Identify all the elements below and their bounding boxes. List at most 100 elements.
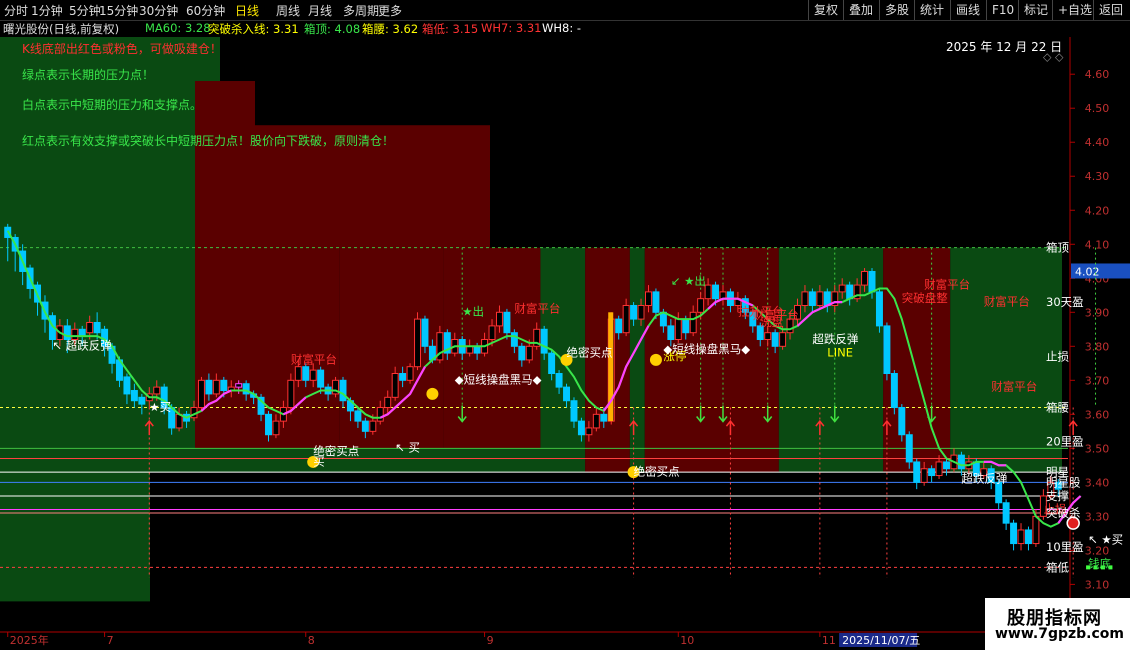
candle-body — [555, 373, 563, 388]
candle-body — [421, 318, 429, 347]
candle-body — [414, 318, 421, 368]
y-tick-label: 4.20 — [1085, 204, 1110, 217]
candle-body — [712, 284, 720, 300]
x-tick-label: 9 — [487, 634, 494, 647]
toolbar-button-7[interactable]: +自选 — [1052, 0, 1097, 20]
right-level-label: 止损 — [1046, 350, 1069, 364]
candle-body — [495, 311, 503, 327]
ma60-value: MA60: 3.28 — [145, 21, 211, 35]
toolbar-button-2[interactable]: 多股 — [879, 0, 914, 20]
candle-body — [846, 284, 854, 300]
x-tick-label: 10 — [680, 634, 694, 647]
candle-body — [399, 373, 407, 381]
toolbar-button-1[interactable]: 叠加 — [843, 0, 878, 20]
period-tab-10[interactable]: 更多 — [378, 2, 402, 19]
period-tab-9[interactable]: 多周期 — [343, 2, 379, 19]
candle-body — [272, 420, 280, 436]
candle-body — [153, 386, 161, 395]
candle-body — [123, 376, 131, 395]
wh8-value: WH8: - — [542, 21, 582, 35]
candle-body — [764, 332, 772, 340]
chart-annotation: 财富平台 — [924, 277, 970, 291]
candle-body — [384, 396, 392, 409]
candle-body — [816, 291, 824, 306]
candle-body — [175, 413, 183, 429]
x-tick-label: 7 — [107, 634, 114, 647]
toolbar-button-0[interactable]: 复权 — [808, 0, 843, 20]
candle-body — [93, 321, 101, 334]
right-level-label: 10里盈 — [1046, 540, 1084, 554]
candle-body — [861, 270, 869, 286]
toolbar: 分时 1分钟 5分钟 15分钟 30分钟 60分钟 日线 周线 月线 多周期 更多 复权 叠加 多股 统计画… — [0, 0, 1130, 21]
info-bar: 曙光股份(日线,前复权) MA60: 3.28 突破杀入线: 3.31 箱顶: … — [0, 21, 1130, 37]
period-tab-6[interactable]: 日线 — [235, 2, 259, 19]
chart-annotation: 财富平台 — [991, 380, 1037, 394]
candle-body — [935, 461, 943, 477]
candle-body — [354, 410, 362, 422]
chart-annotation: 突破盘整 — [902, 291, 948, 305]
candle-body — [317, 369, 325, 388]
x-tick-label: 2025年 — [10, 633, 49, 647]
period-tab-2[interactable]: 5分钟 — [69, 2, 101, 19]
period-tab-3[interactable]: 15分钟 — [99, 2, 138, 19]
candle-body — [682, 318, 690, 334]
candle-body — [801, 291, 809, 306]
candle-body — [674, 318, 682, 340]
toolbar-button-8[interactable]: 返回 — [1093, 0, 1128, 20]
candle-body — [920, 468, 928, 483]
period-tab-7[interactable]: 周线 — [276, 2, 300, 19]
candle-body — [637, 304, 645, 320]
candle-body — [130, 390, 138, 402]
toolbar-button-5[interactable]: F10 — [986, 0, 1019, 20]
y-tick-label: 4.40 — [1085, 136, 1110, 149]
right-level-label: 支撑 — [1046, 489, 1069, 503]
right-level-label: 箱低 — [1046, 560, 1069, 574]
candle-body — [294, 366, 302, 381]
chart-annotation: 财富平台 — [984, 294, 1030, 308]
candle-body — [1010, 522, 1018, 545]
period-tab-1[interactable]: 1分钟 — [31, 2, 63, 19]
chart-annotation: ★买 — [149, 400, 171, 414]
panel-controls: ◇ ◇ — [1043, 51, 1064, 64]
candle-body — [898, 407, 906, 436]
candle-body — [615, 318, 623, 334]
period-tab-0[interactable]: 分时 — [4, 2, 28, 19]
candlestick-chart[interactable]: 4.604.504.404.304.204.104.003.903.803.70… — [0, 37, 1130, 650]
box-top-value: 箱顶: 4.08 — [304, 22, 361, 36]
right-level-label: 30天盈 — [1046, 295, 1084, 309]
y-tick-label: 3.80 — [1085, 340, 1110, 353]
candle-body — [309, 369, 317, 381]
candle-body — [473, 345, 481, 354]
stock-title: 曙光股份(日线,前复权) — [3, 22, 120, 36]
toolbar-button-3[interactable]: 统计 — [914, 0, 949, 20]
candle-body — [540, 328, 548, 354]
toolbar-button-4[interactable]: 画线 — [950, 0, 985, 20]
chart-note: 红点表示有效支撑或突破长中短期压力点！股价向下跌破，原则清仓！ — [22, 133, 394, 148]
candle-body — [905, 434, 913, 463]
period-tab-5[interactable]: 60分钟 — [186, 2, 225, 19]
chart-annotation: ↖ ★买 — [1088, 533, 1123, 547]
chart-annotation: ◆短线操盘黑马◆ — [455, 373, 542, 387]
chart-note: 绿点表示长期的压力点！ — [22, 67, 154, 82]
current-price-label: 4.02 — [1075, 265, 1100, 278]
chart-annotation: ★出 — [462, 305, 484, 319]
candle-body — [466, 345, 474, 354]
right-level-label: 突破杀 — [1046, 506, 1081, 520]
candle-body — [503, 311, 511, 334]
box-low-value: 箱低: 3.15 — [422, 22, 479, 36]
y-tick-label: 3.30 — [1085, 510, 1110, 523]
y-tick-label: 4.10 — [1085, 238, 1110, 251]
toolbar-button-6[interactable]: 标记 — [1018, 0, 1053, 20]
chart-annotation: 财富平台 — [514, 301, 560, 315]
candle-body — [592, 413, 600, 429]
candle-body — [1017, 529, 1025, 545]
period-tab-4[interactable]: 30分钟 — [139, 2, 178, 19]
wh7-value: WH7: 3.31 — [481, 21, 542, 35]
candle-body — [488, 325, 496, 341]
candle-body — [1032, 515, 1040, 545]
candle-body — [548, 352, 556, 375]
candle-body — [600, 413, 608, 422]
period-tab-8[interactable]: 月线 — [308, 2, 332, 19]
right-level-label: 明星股 — [1046, 475, 1081, 489]
candle-body — [838, 284, 846, 293]
